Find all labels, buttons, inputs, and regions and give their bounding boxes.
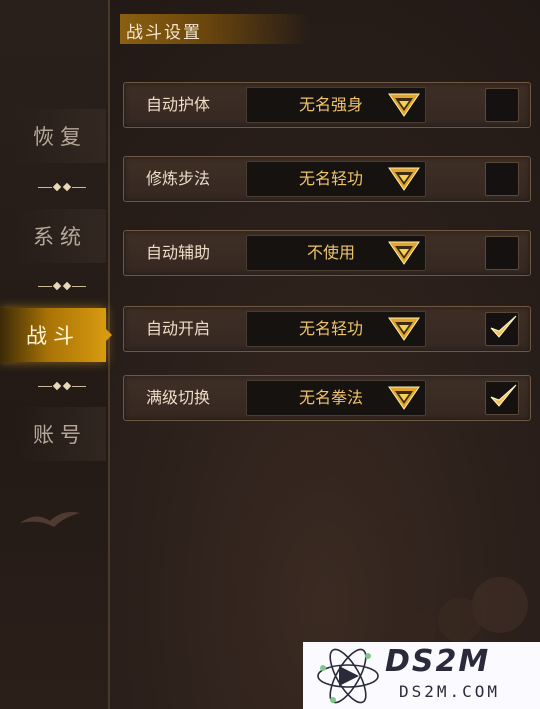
chevron-down-icon[interactable]	[387, 164, 421, 194]
sidebar-item-label: 恢复	[33, 125, 87, 149]
chevron-down-icon[interactable]	[387, 90, 421, 120]
sidebar-item-system[interactable]: 系统	[14, 209, 106, 263]
bird-decoration-icon	[20, 512, 80, 527]
diamond-divider-icon	[38, 381, 86, 391]
atom-logo-icon	[317, 648, 379, 704]
enable-checkbox[interactable]	[485, 162, 519, 196]
setting-label: 自动辅助	[146, 243, 211, 262]
chevron-down-icon[interactable]	[387, 314, 421, 344]
skill-select-dropdown[interactable]: 无名轻功	[246, 161, 426, 197]
enable-checkbox[interactable]	[485, 312, 519, 346]
watermark-title: DS2M	[385, 644, 491, 679]
skill-select-dropdown[interactable]: 无名轻功	[246, 311, 426, 347]
sidebar-item-combat[interactable]: 战斗	[0, 308, 112, 362]
setting-label: 满级切换	[146, 388, 211, 407]
check-icon	[490, 384, 517, 407]
setting-row-movement: 修炼步法 无名轻功	[123, 156, 531, 202]
diamond-divider-icon	[38, 182, 86, 192]
sidebar-item-recovery[interactable]: 恢复	[14, 109, 106, 163]
setting-row-auto-open: 自动开启 无名轻功	[123, 306, 531, 352]
chevron-down-icon[interactable]	[387, 383, 421, 413]
setting-row-auto-protect: 自动护体 无名强身	[123, 82, 531, 128]
sidebar-item-account[interactable]: 账号	[14, 407, 106, 461]
setting-label: 自动开启	[146, 319, 211, 338]
enable-checkbox[interactable]	[485, 88, 519, 122]
skill-select-dropdown[interactable]: 不使用	[246, 235, 426, 271]
diamond-divider-icon	[38, 281, 86, 291]
cloud-decoration-icon	[404, 577, 528, 643]
setting-row-auto-assist: 自动辅助 不使用	[123, 230, 531, 276]
chevron-down-icon[interactable]	[387, 238, 421, 268]
watermark-logo: DS2M DS2M.COM	[303, 642, 540, 709]
sidebar-item-label: 账号	[33, 423, 87, 447]
setting-label: 修炼步法	[146, 169, 211, 188]
check-icon	[490, 315, 517, 338]
skill-select-dropdown[interactable]: 无名拳法	[246, 380, 426, 416]
sidebar-item-label: 系统	[33, 225, 87, 249]
setting-label: 自动护体	[146, 95, 211, 114]
setting-row-max-level-switch: 满级切换 无名拳法	[123, 375, 531, 421]
sidebar: 恢复 系统 战斗 账号	[0, 0, 112, 709]
enable-checkbox[interactable]	[485, 236, 519, 270]
page-title: 战斗设置	[126, 23, 202, 43]
enable-checkbox[interactable]	[485, 381, 519, 415]
sidebar-item-label: 战斗	[26, 324, 80, 348]
skill-select-dropdown[interactable]: 无名强身	[246, 87, 426, 123]
watermark-url: DS2M.COM	[399, 682, 501, 701]
